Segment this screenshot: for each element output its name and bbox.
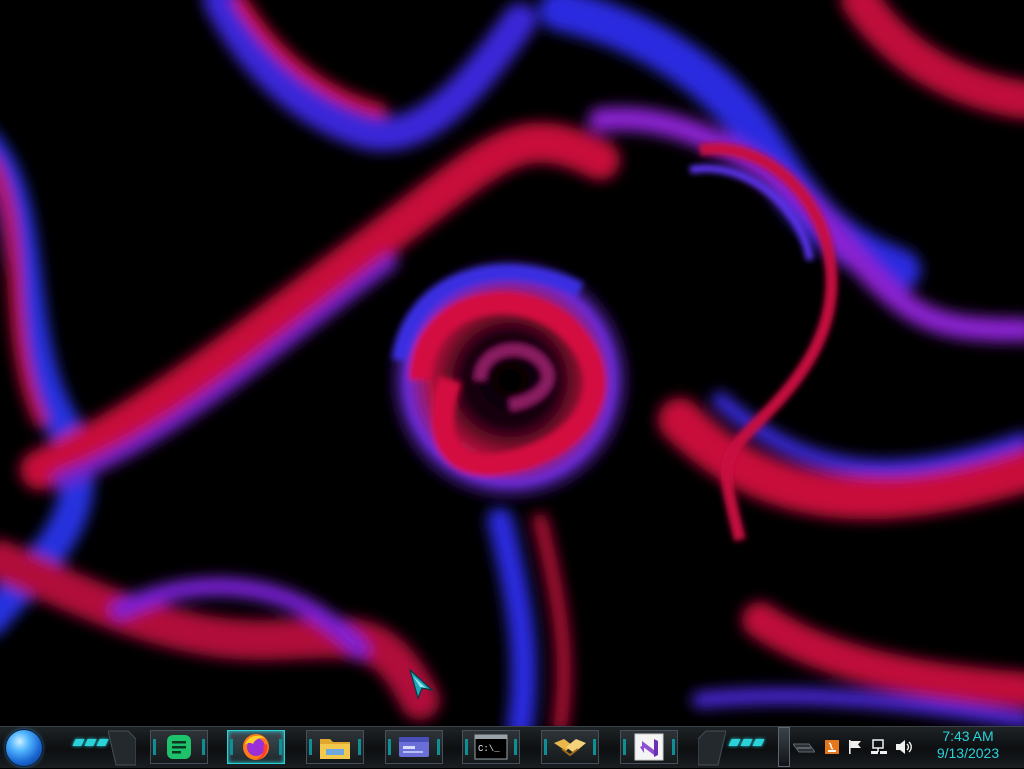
window-card-icon [399, 737, 429, 757]
mouse-cursor-icon [408, 668, 434, 700]
network-icon[interactable] [870, 739, 888, 755]
folder-icon [320, 739, 350, 759]
clock-date: 9/13/2023 [936, 745, 1000, 761]
show-desktop-grip-icon[interactable] [793, 742, 815, 754]
start-orb-icon[interactable] [6, 730, 42, 766]
taskbar-app-file-explorer[interactable] [306, 730, 364, 764]
firefox-icon [243, 734, 269, 760]
clock-time: 7:43 AM [942, 728, 994, 744]
dock-wing-left [108, 730, 136, 766]
taskbar-decoration-left [72, 739, 109, 746]
system-tray [824, 736, 913, 758]
taskbar-app-visual-studio[interactable] [620, 730, 678, 764]
terminal-glyph: C:\_ [478, 744, 500, 754]
dock-wing-right [698, 730, 726, 766]
desktop[interactable] [0, 0, 1024, 726]
taskbar-app-firefox[interactable] [227, 730, 285, 764]
taskbar-app-control-panel[interactable] [385, 730, 443, 764]
tray-divider [778, 727, 790, 767]
taskbar-app-sticky-notes[interactable] [150, 730, 208, 764]
terminal-icon: C:\_ [474, 734, 508, 760]
notes-icon [167, 735, 191, 759]
wallpaper [0, 0, 1024, 726]
speaker-icon[interactable] [895, 739, 913, 755]
visual-studio-icon [634, 733, 664, 761]
taskbar-app-command-prompt[interactable]: C:\_ [462, 730, 520, 764]
taskbar-decoration-right [728, 739, 765, 746]
java-icon[interactable] [824, 738, 840, 756]
taskbar-clock[interactable]: 7:43 AM 9/13/2023 [928, 728, 1008, 762]
flag-icon[interactable] [847, 739, 863, 755]
handshake-icon [554, 739, 586, 757]
taskbar-app-sync-center[interactable] [541, 730, 599, 764]
